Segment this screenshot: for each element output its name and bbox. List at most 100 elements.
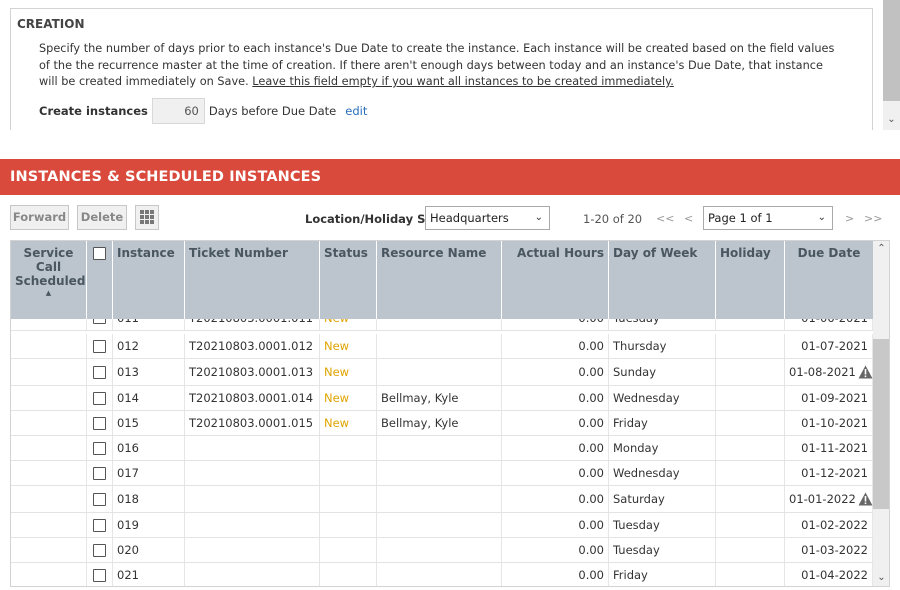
day-of-week-cell: Tuesday: [609, 513, 716, 537]
column-header-due-date[interactable]: Due Date: [785, 241, 873, 319]
actual-hours-cell: 0.00: [502, 334, 609, 358]
grid-header: Service Call Scheduled ▲ Instance Ticket…: [11, 241, 873, 319]
last-page-button[interactable]: >>: [864, 212, 882, 225]
instance-cell: 012: [113, 334, 185, 358]
service-call-cell: [11, 461, 87, 485]
row-checkbox[interactable]: [93, 391, 106, 405]
due-date-cell-text: 01-12-2021: [801, 466, 868, 480]
creation-description: Specify the number of days prior to each…: [39, 41, 839, 91]
day-of-week-cell-text: Sunday: [613, 365, 657, 379]
delete-button[interactable]: Delete: [77, 205, 127, 230]
service-call-cell: [11, 436, 87, 460]
table-row[interactable]: 019 0.00 Tuesday 01-02-2022: [11, 513, 873, 538]
table-row[interactable]: 020 0.00 Tuesday 01-03-2022: [11, 538, 873, 563]
instances-grid: Service Call Scheduled ▲ Instance Ticket…: [10, 240, 890, 587]
resource-name-cell: [377, 513, 502, 537]
days-before-due-date-label: Days before Due Date: [208, 104, 337, 118]
day-of-week-cell-text: Tuesday: [613, 518, 660, 532]
table-row[interactable]: 013 T20210803.0001.013 New 0.00 Sunday 01-08-…: [11, 359, 873, 386]
grid-scrollbar[interactable]: ⌃ ⌄: [873, 241, 889, 586]
first-page-button[interactable]: <<: [656, 212, 674, 225]
scroll-down-arrow-icon[interactable]: ⌄: [873, 570, 889, 586]
column-header-instance[interactable]: Instance: [113, 241, 185, 319]
instance-cell: 013: [113, 359, 185, 385]
column-header-resource-name[interactable]: Resource Name: [377, 241, 502, 319]
resource-name-cell-text: Bellmay, Kyle: [381, 391, 459, 405]
row-checkbox[interactable]: [93, 543, 106, 557]
table-row[interactable]: 015 T20210803.0001.015 New Bellmay, Kyle 0.0…: [11, 411, 873, 436]
instance-cell: 014: [113, 386, 185, 410]
table-row[interactable]: 016 0.00 Monday 01-11-2021: [11, 436, 873, 461]
forward-button[interactable]: Forward: [10, 205, 69, 230]
ticket-number-cell-text: T20210803.0001.014: [189, 391, 314, 405]
service-call-cell: [11, 513, 87, 537]
column-header-actual-hours[interactable]: Actual Hours: [502, 241, 609, 319]
row-checkbox[interactable]: [93, 365, 106, 379]
table-row[interactable]: 011 T20210803.0001.011 New 0.00 Tuesday 01-06…: [11, 319, 873, 331]
row-checkbox[interactable]: [93, 466, 106, 480]
next-page-button[interactable]: >: [845, 212, 854, 225]
ticket-number-cell: [185, 461, 320, 485]
select-all-checkbox[interactable]: [93, 247, 106, 260]
day-of-week-cell-text: Monday: [613, 441, 659, 455]
table-row[interactable]: 017 0.00 Wednesday 01-12-2021: [11, 461, 873, 486]
creation-panel: CREATION Specify the number of days prio…: [0, 0, 900, 130]
creation-description-underlined: Leave this field empty if you want all i…: [252, 75, 674, 88]
previous-page-button[interactable]: <: [684, 212, 693, 225]
table-row[interactable]: 012 T20210803.0001.012 New 0.00 Thursday 01-0…: [11, 334, 873, 359]
column-header-status[interactable]: Status: [320, 241, 377, 319]
table-row[interactable]: 021 0.00 Friday 01-04-2022: [11, 563, 873, 586]
actual-hours-cell-text: 0.00: [578, 319, 604, 325]
row-checkbox[interactable]: [93, 568, 106, 582]
page-scrollbar[interactable]: ⌄: [883, 0, 900, 130]
row-checkbox[interactable]: [93, 416, 106, 430]
row-checkbox[interactable]: [93, 339, 106, 353]
holiday-cell: [716, 411, 785, 435]
table-row[interactable]: 014 T20210803.0001.014 New Bellmay, Kyle 0.0…: [11, 386, 873, 411]
scroll-down-arrow-icon[interactable]: ⌄: [883, 112, 900, 128]
row-checkbox[interactable]: [93, 492, 106, 506]
status-cell: New: [320, 386, 377, 410]
row-checkbox[interactable]: [93, 319, 106, 324]
ticket-number-cell: T20210803.0001.011: [185, 319, 320, 330]
actual-hours-cell: 0.00: [502, 411, 609, 435]
page-scrollbar-thumb[interactable]: [883, 0, 900, 101]
column-header-holiday[interactable]: Holiday: [716, 241, 785, 319]
resource-name-cell: [377, 461, 502, 485]
day-of-week-cell-text: Friday: [613, 416, 648, 430]
status-cell-text: New: [324, 391, 350, 405]
table-row[interactable]: 018 0.00 Saturday 01-01-2022: [11, 486, 873, 513]
resource-name-cell: [377, 319, 502, 330]
day-of-week-cell-text: Tuesday: [613, 543, 660, 557]
instance-cell: 019: [113, 513, 185, 537]
service-call-cell: [11, 319, 87, 330]
instance-cell-text: 018: [117, 492, 139, 506]
day-of-week-cell: Monday: [609, 436, 716, 460]
row-checkbox[interactable]: [93, 518, 106, 532]
edit-link[interactable]: edit: [345, 104, 367, 118]
row-checkbox-cell: [87, 486, 113, 512]
ticket-number-cell: [185, 436, 320, 460]
ticket-number-cell: T20210803.0001.014: [185, 386, 320, 410]
row-checkbox[interactable]: [93, 441, 106, 455]
day-of-week-cell: Tuesday: [609, 319, 716, 330]
column-header-day-of-week[interactable]: Day of Week: [609, 241, 716, 319]
create-instances-input[interactable]: 60: [151, 98, 205, 124]
holiday-cell: [716, 334, 785, 358]
page-select[interactable]: Page 1 of 1 ⌄: [703, 206, 833, 230]
due-date-cell-text: 01-02-2022: [801, 518, 868, 532]
due-date-cell-text: 01-06-2021: [801, 319, 868, 325]
due-date-cell: 01-12-2021: [785, 461, 873, 485]
column-header-service-call[interactable]: Service Call Scheduled ▲: [11, 241, 87, 319]
location-holiday-set-select[interactable]: Headquarters ⌄: [425, 206, 550, 230]
column-chooser-button[interactable]: [135, 205, 159, 230]
due-date-cell: 01-02-2022: [785, 513, 873, 537]
status-cell: New: [320, 334, 377, 358]
grid-body: 011 T20210803.0001.011 New 0.00 Tuesday 01-06…: [11, 319, 873, 586]
scroll-up-arrow-icon[interactable]: ⌃: [873, 241, 889, 257]
ticket-number-cell: [185, 563, 320, 586]
column-header-ticket-number[interactable]: Ticket Number: [185, 241, 320, 319]
resource-name-cell: [377, 436, 502, 460]
due-date-cell: 01-10-2021: [785, 411, 873, 435]
grid-scrollbar-thumb[interactable]: [873, 339, 889, 509]
